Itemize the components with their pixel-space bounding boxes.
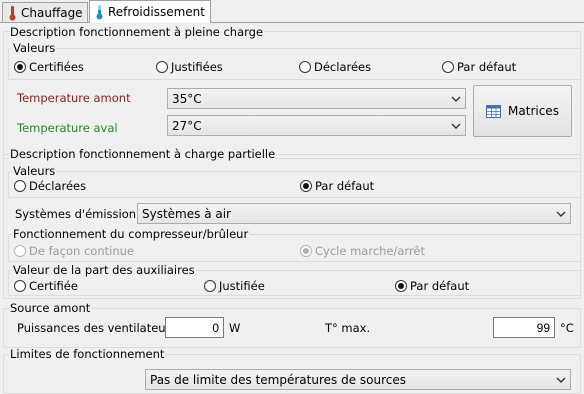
radio-cycle[interactable]: Cycle marche/arrêt: [300, 244, 425, 258]
radio-label: De façon continue: [29, 244, 134, 258]
radio-dot: [156, 61, 168, 73]
chevron-down-icon: [451, 123, 461, 129]
radio-label: Par défaut: [315, 179, 375, 193]
emission-select[interactable]: Systèmes à air: [137, 203, 571, 224]
radio-label: Cycle marche/arrêt: [315, 244, 426, 258]
radio-label: Certifiées: [29, 60, 84, 74]
matrices-button[interactable]: Matrices: [473, 85, 572, 137]
radio-aux-justifiee[interactable]: Justifiée: [204, 279, 265, 293]
temp-amont-select[interactable]: 35°C: [167, 88, 466, 109]
radio-dot: [14, 61, 26, 73]
matrices-label: Matrices: [508, 104, 559, 118]
chevron-down-icon: [556, 377, 566, 383]
thermometer-cold-icon: [96, 4, 103, 19]
radio-pl-par-defaut[interactable]: Par défaut: [300, 179, 374, 193]
limits-value: Pas de limite des températures de source…: [150, 372, 407, 387]
chevron-down-icon: [556, 211, 566, 217]
radio-aux-certifiee[interactable]: Certifiée: [14, 279, 78, 293]
temp-amont-value: 35°C: [172, 91, 202, 106]
radio-continue[interactable]: De façon continue: [14, 244, 134, 258]
tab-chauffage[interactable]: Chauffage: [2, 2, 88, 23]
table-icon: [486, 104, 502, 118]
partial-load-title: Description fonctionnement à charge part…: [9, 147, 277, 161]
cooling-panel: Description fonctionnement à pleine char…: [0, 23, 584, 394]
fans-label: Puissances des ventilateurs: [17, 321, 177, 335]
radio-declarees[interactable]: Déclarées: [299, 60, 371, 74]
temp-amont-label: Temperature amont: [17, 91, 131, 105]
tmax-input[interactable]: [493, 317, 555, 338]
aux-title: Valeur de la part des auxiliaires: [12, 263, 196, 277]
tmax-unit: °C: [560, 321, 574, 335]
emission-value: Systèmes à air: [142, 206, 231, 221]
radio-certifiees[interactable]: Certifiées: [14, 60, 84, 74]
radio-par-defaut[interactable]: Par défaut: [442, 60, 516, 74]
fans-input[interactable]: [165, 317, 224, 338]
radio-dot: [14, 180, 26, 192]
radio-dot: [300, 180, 312, 192]
tab-label: Refroidissement: [108, 5, 205, 19]
temp-aval-select[interactable]: 27°C: [167, 115, 466, 136]
radio-dot: [300, 245, 312, 257]
radio-label: Par défaut: [410, 279, 470, 293]
compressor-title: Fonctionnement du compresseur/brûleur: [12, 227, 250, 241]
radio-label: Certifiée: [29, 279, 78, 293]
radio-label: Déclarées: [314, 60, 372, 74]
tab-refroidissement[interactable]: Refroidissement: [89, 0, 211, 23]
thermometer-hot-icon: [9, 5, 16, 20]
chevron-down-icon: [451, 96, 461, 102]
partial-load-values-group: [8, 171, 581, 198]
tab-strip: Chauffage Refroidissement: [0, 0, 584, 23]
radio-label: Justifiées: [171, 60, 223, 74]
tab-label: Chauffage: [21, 6, 83, 20]
radio-dot: [395, 280, 407, 292]
full-load-title: Description fonctionnement à pleine char…: [9, 25, 265, 39]
radio-aux-par-defaut[interactable]: Par défaut: [395, 279, 469, 293]
radio-pl-declarees[interactable]: Déclarées: [14, 179, 86, 193]
temp-aval-label: Temperature aval: [17, 121, 118, 135]
fans-unit: W: [229, 321, 241, 335]
radio-dot: [442, 61, 454, 73]
radio-dot: [14, 280, 26, 292]
emission-label: Systèmes d'émission: [15, 207, 137, 221]
limits-select[interactable]: Pas de limite des températures de source…: [145, 369, 571, 390]
full-load-values-title: Valeurs: [12, 41, 57, 55]
partial-load-values-title: Valeurs: [12, 164, 57, 178]
radio-label: Justifiée: [219, 279, 265, 293]
temp-aval-value: 27°C: [172, 118, 202, 133]
radio-dot: [204, 280, 216, 292]
source-title: Source amont: [9, 301, 92, 315]
radio-dot: [299, 61, 311, 73]
tmax-label: T° max.: [325, 321, 371, 335]
limits-title: Limites de fonctionnement: [9, 347, 166, 361]
radio-dot: [14, 245, 26, 257]
radio-justifiees[interactable]: Justifiées: [156, 60, 223, 74]
radio-label: Par défaut: [457, 60, 517, 74]
radio-label: Déclarées: [29, 179, 87, 193]
